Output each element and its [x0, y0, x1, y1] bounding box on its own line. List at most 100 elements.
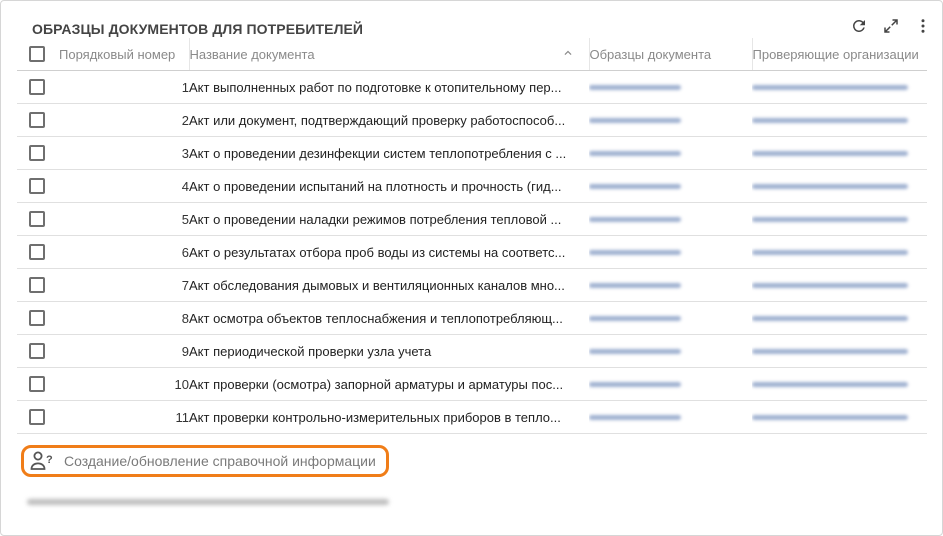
expand-icon [884, 19, 898, 33]
refresh-icon [852, 19, 865, 32]
row-number: 4 [59, 169, 189, 203]
row-org-link[interactable] [752, 103, 927, 137]
row-org-link[interactable] [752, 169, 927, 203]
table-row[interactable]: 11 Акт проверки контрольно-измерительных … [17, 400, 927, 434]
row-checkbox[interactable] [29, 178, 45, 194]
row-select-cell [17, 169, 59, 203]
row-org-link[interactable] [752, 367, 927, 401]
table-row[interactable]: 3 Акт о проведении дезинфекции систем теп… [17, 136, 927, 170]
row-sample-link[interactable] [589, 136, 752, 170]
row-checkbox[interactable] [29, 244, 45, 260]
row-number: 6 [59, 235, 189, 269]
row-sample-link[interactable] [589, 235, 752, 269]
row-org-link[interactable] [752, 334, 927, 368]
row-select-cell [17, 301, 59, 335]
row-select-cell [17, 70, 59, 104]
header-samples[interactable]: Образцы документа [588, 38, 752, 71]
documents-panel: ОБРАЗЦЫ ДОКУМЕНТОВ ДЛЯ ПОТРЕБИТЕЛЕЙ Поря… [0, 0, 943, 536]
row-org-link[interactable] [752, 136, 927, 170]
row-checkbox[interactable] [29, 310, 45, 326]
row-select-cell [17, 103, 59, 137]
row-number: 10 [59, 367, 189, 401]
row-document-name[interactable]: Акт о проведении наладки режимов потребл… [189, 202, 589, 236]
header-name-label: Название документа [189, 46, 315, 62]
row-checkbox[interactable] [29, 211, 45, 227]
chevron-up-icon[interactable] [561, 46, 575, 60]
table-row[interactable]: 8 Акт осмотра объектов теплоснабжения и т… [17, 301, 927, 335]
row-select-cell [17, 202, 59, 236]
row-number: 9 [59, 334, 189, 368]
row-org-link[interactable] [752, 70, 927, 104]
person-question-icon: ? [30, 451, 53, 470]
row-sample-link[interactable] [589, 400, 752, 434]
table-row[interactable]: 5 Акт о проведении наладки режимов потреб… [17, 202, 927, 236]
row-sample-link[interactable] [589, 268, 752, 302]
row-checkbox[interactable] [29, 112, 45, 128]
row-sample-link[interactable] [589, 301, 752, 335]
more-vertical-icon [921, 19, 925, 33]
panel-title: ОБРАЗЦЫ ДОКУМЕНТОВ ДЛЯ ПОТРЕБИТЕЛЕЙ [32, 21, 364, 37]
row-document-name[interactable]: Акт обследования дымовых и вентиляционны… [189, 268, 589, 302]
row-number: 5 [59, 202, 189, 236]
documents-table: Порядковый номер Название документа Обра… [17, 38, 927, 434]
select-all-cell [17, 38, 59, 71]
row-checkbox[interactable] [29, 145, 45, 161]
row-checkbox[interactable] [29, 376, 45, 392]
refresh-button[interactable] [848, 15, 870, 37]
row-document-name[interactable]: Акт проверки (осмотра) запорной арматуры… [189, 367, 589, 401]
row-number: 2 [59, 103, 189, 137]
row-document-name[interactable]: Акт о проведении дезинфекции систем тепл… [189, 136, 589, 170]
svg-text:?: ? [46, 454, 53, 466]
table-row[interactable]: 7 Акт обследования дымовых и вентиляционн… [17, 268, 927, 302]
row-document-name[interactable]: Акт или документ, подтверждающий проверк… [189, 103, 589, 137]
row-sample-link[interactable] [589, 367, 752, 401]
row-checkbox[interactable] [29, 79, 45, 95]
row-org-link[interactable] [752, 268, 927, 302]
row-select-cell [17, 268, 59, 302]
row-number: 11 [59, 400, 189, 434]
reference-info-link[interactable]: ? Создание/обновление справочной информа… [21, 445, 389, 477]
row-number: 7 [59, 268, 189, 302]
table-row[interactable]: 4 Акт о проведении испытаний на плотность… [17, 169, 927, 203]
footer-blurred-text [27, 499, 389, 505]
row-checkbox[interactable] [29, 409, 45, 425]
row-org-link[interactable] [752, 301, 927, 335]
row-select-cell [17, 235, 59, 269]
expand-button[interactable] [880, 15, 902, 37]
table-row[interactable]: 2 Акт или документ, подтверждающий провер… [17, 103, 927, 137]
table-row[interactable]: 10 Акт проверки (осмотра) запорной армату… [17, 367, 927, 401]
row-document-name[interactable]: Акт осмотра объектов теплоснабжения и те… [189, 301, 589, 335]
row-sample-link[interactable] [589, 202, 752, 236]
more-button[interactable] [912, 15, 934, 37]
row-sample-link[interactable] [589, 334, 752, 368]
row-document-name[interactable]: Акт проверки контрольно-измерительных пр… [189, 400, 589, 434]
row-number: 1 [59, 70, 189, 104]
header-number[interactable]: Порядковый номер [59, 38, 189, 71]
row-select-cell [17, 136, 59, 170]
row-org-link[interactable] [752, 400, 927, 434]
row-sample-link[interactable] [589, 70, 752, 104]
table-row[interactable]: 1 Акт выполненных работ по подготовке к о… [17, 70, 927, 104]
select-all-checkbox[interactable] [29, 46, 45, 62]
header-name[interactable]: Название документа [188, 38, 589, 71]
row-document-name[interactable]: Акт выполненных работ по подготовке к от… [189, 70, 589, 104]
row-org-link[interactable] [752, 202, 927, 236]
table-row[interactable]: 6 Акт о результатах отбора проб воды из с… [17, 235, 927, 269]
row-document-name[interactable]: Акт о проведении испытаний на плотность … [189, 169, 589, 203]
row-org-link[interactable] [752, 235, 927, 269]
table-row[interactable]: 9 Акт периодической проверки узла учета [17, 334, 927, 368]
row-sample-link[interactable] [589, 169, 752, 203]
row-sample-link[interactable] [589, 103, 752, 137]
row-checkbox[interactable] [29, 277, 45, 293]
row-number: 8 [59, 301, 189, 335]
reference-info-label: Создание/обновление справочной информаци… [64, 453, 376, 469]
header-orgs[interactable]: Проверяющие организации [751, 38, 927, 71]
table-header-row: Порядковый номер Название документа Обра… [17, 38, 927, 71]
row-select-cell [17, 334, 59, 368]
row-document-name[interactable]: Акт периодической проверки узла учета [189, 334, 589, 368]
row-document-name[interactable]: Акт о результатах отбора проб воды из си… [189, 235, 589, 269]
row-checkbox[interactable] [29, 343, 45, 359]
panel-toolbar [848, 15, 934, 37]
row-select-cell [17, 400, 59, 434]
row-select-cell [17, 367, 59, 401]
